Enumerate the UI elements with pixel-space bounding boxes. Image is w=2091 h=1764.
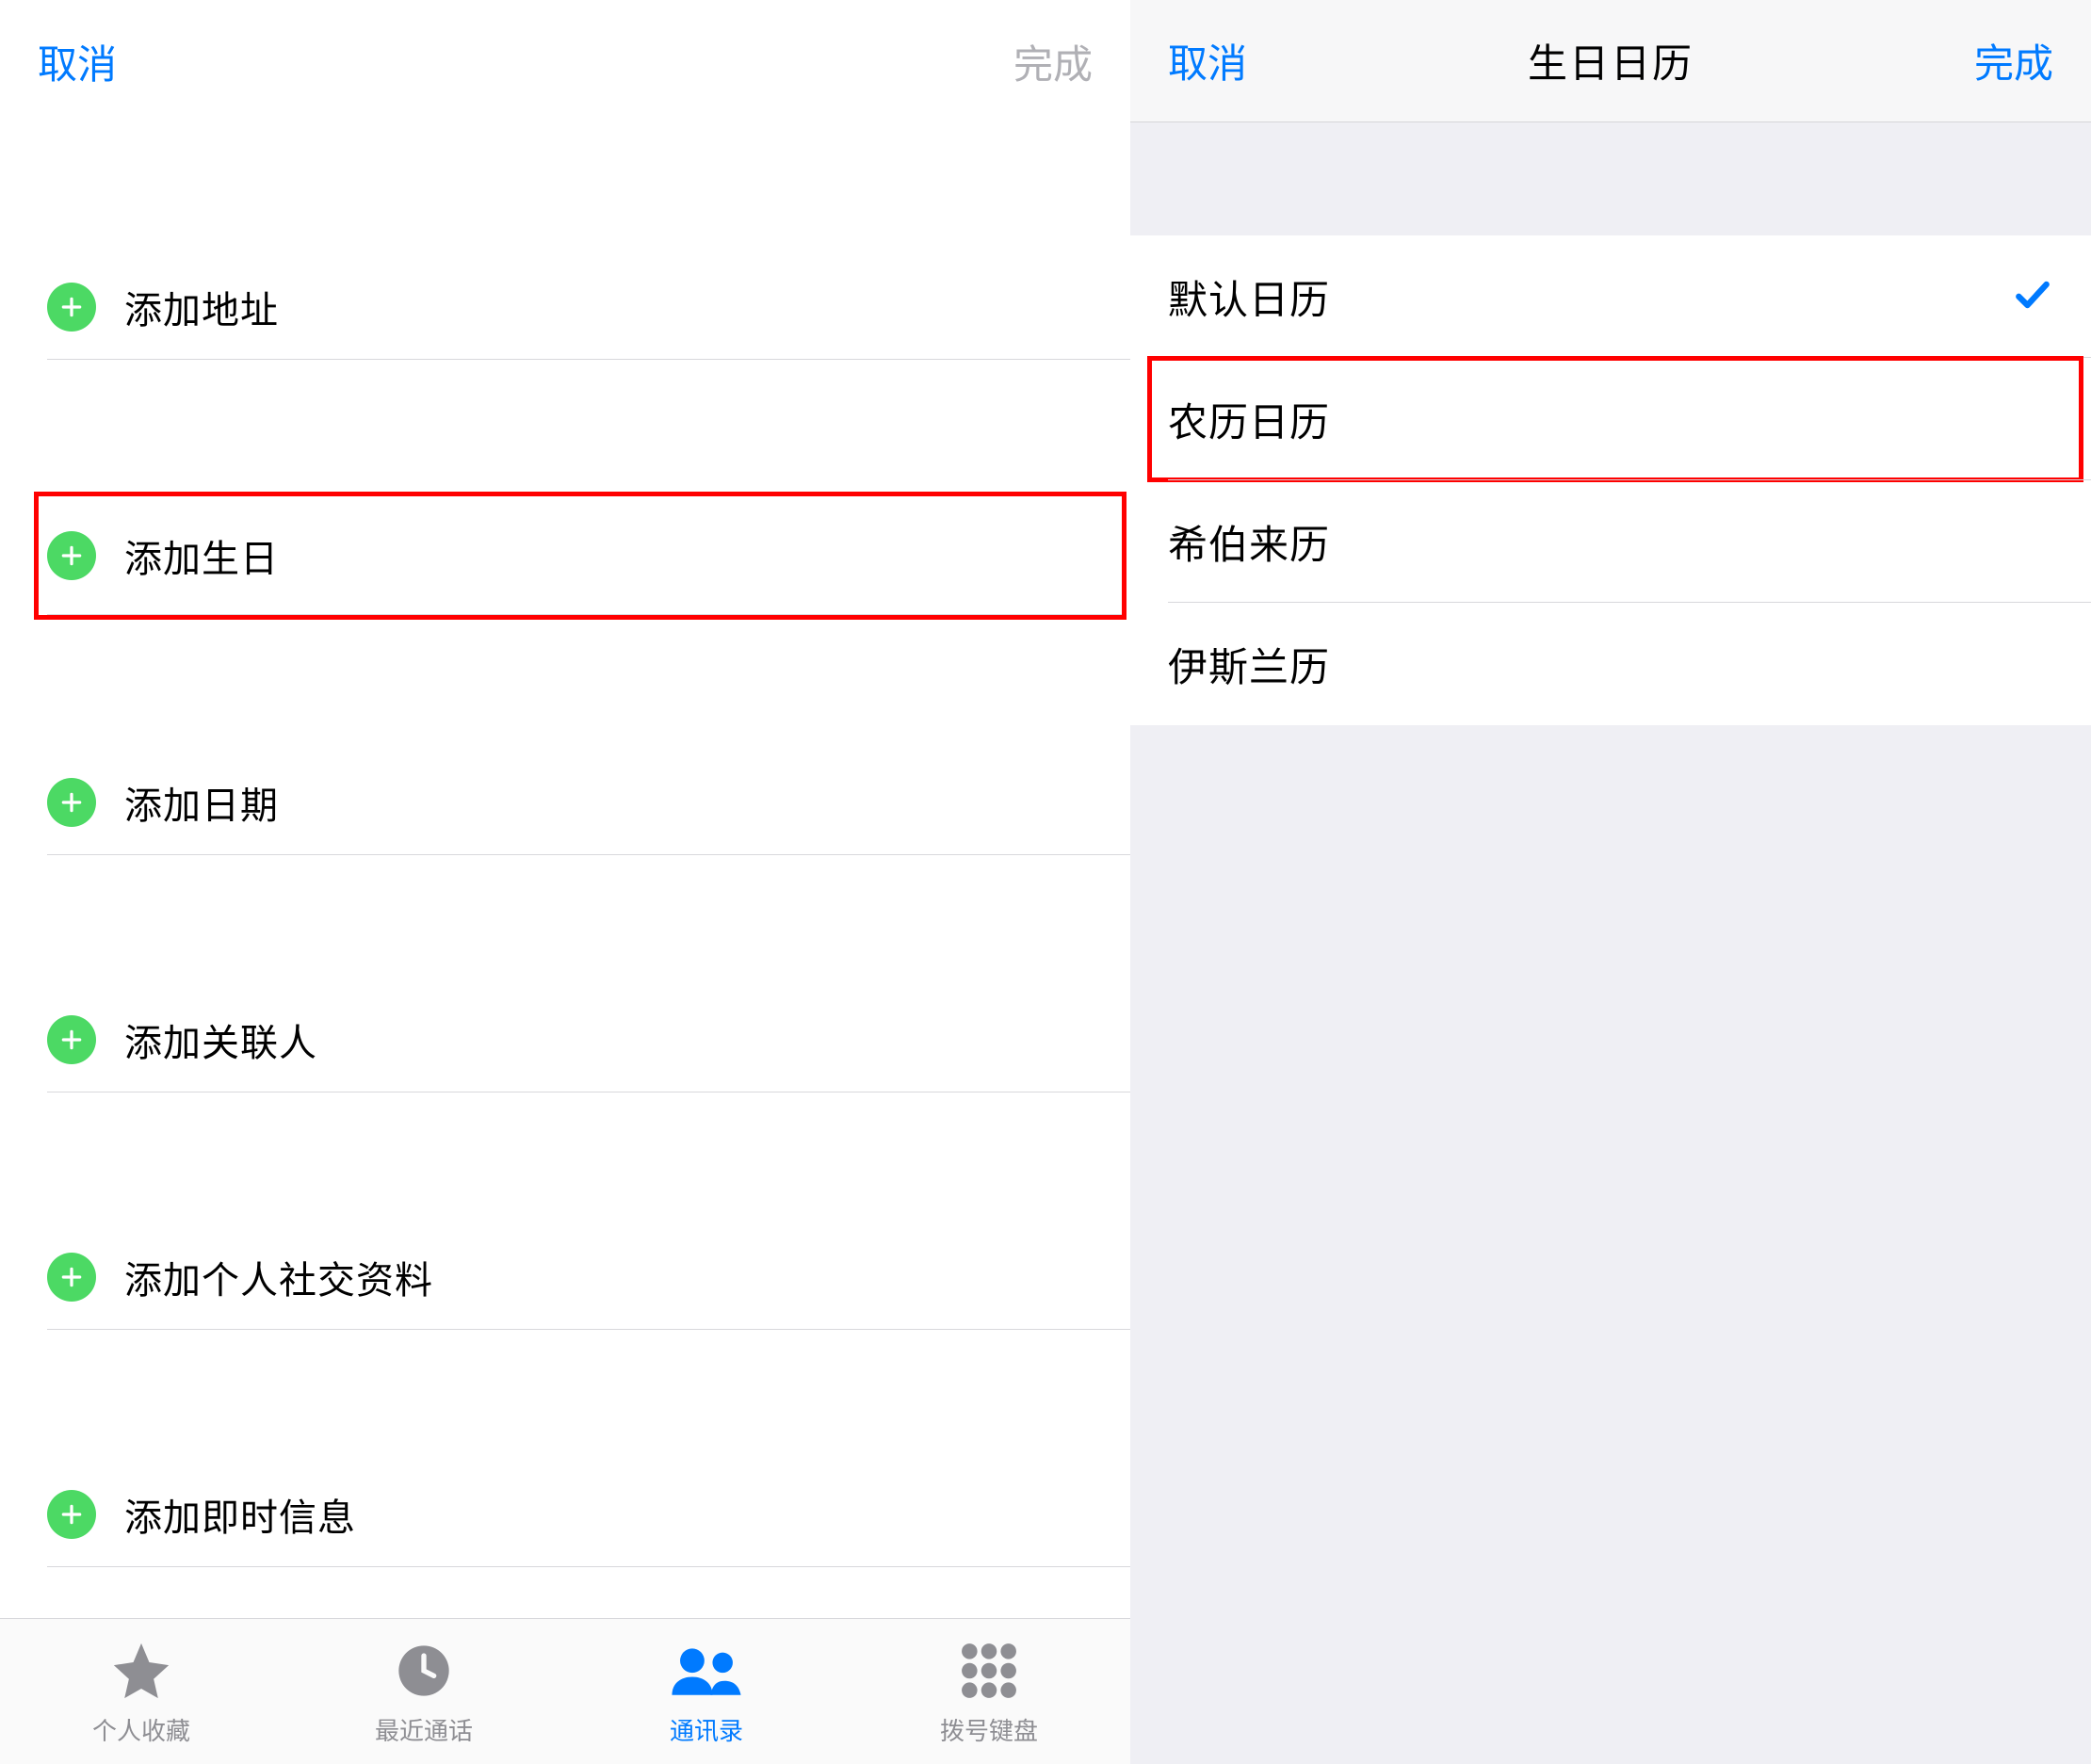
field-group-social: 添加个人社交资料 — [0, 1224, 1130, 1330]
plus-icon — [47, 778, 96, 827]
field-group-date: 添加日期 — [0, 750, 1130, 855]
keypad-icon — [960, 1637, 1018, 1705]
add-birthday-row[interactable]: 添加生日 — [39, 496, 1122, 615]
field-label: 添加地址 — [124, 280, 279, 334]
add-related-row[interactable]: 添加关联人 — [0, 987, 1130, 1092]
navbar: 取消 生日日历 完成 — [1130, 0, 2091, 122]
field-group-birthday: 添加生日 — [34, 492, 1127, 620]
tab-label: 拨号键盘 — [940, 1712, 1038, 1747]
done-button[interactable]: 完成 — [1974, 32, 2053, 89]
calendar-row-islamic[interactable]: 伊斯兰历 — [1130, 603, 2091, 725]
field-label: 添加即时信息 — [124, 1487, 356, 1542]
calendar-label: 希伯来历 — [1168, 513, 1330, 571]
calendar-label: 农历日历 — [1168, 391, 1330, 448]
add-im-row[interactable]: 添加即时信息 — [0, 1462, 1130, 1567]
plus-icon — [47, 283, 96, 332]
birthday-calendar-screen: 取消 生日日历 完成 默认日历 农历日历 希伯来历 伊斯兰历 — [1130, 0, 2091, 1764]
tab-favorites[interactable]: 个人收藏 — [0, 1619, 283, 1764]
section-spacer — [1130, 122, 2091, 235]
tab-keypad[interactable]: 拨号键盘 — [848, 1619, 1130, 1764]
calendar-row-hebrew[interactable]: 希伯来历 — [1130, 480, 2091, 603]
calendar-row-lunar[interactable]: 农历日历 — [1130, 358, 2091, 480]
tab-bar: 个人收藏 最近通话 通讯录 — [0, 1618, 1130, 1764]
add-social-row[interactable]: 添加个人社交资料 — [0, 1224, 1130, 1330]
plus-icon — [47, 1015, 96, 1064]
field-group-instant-message: 添加即时信息 — [0, 1462, 1130, 1567]
field-label: 添加日期 — [124, 775, 279, 830]
star-icon — [108, 1637, 174, 1705]
field-label: 添加生日 — [124, 528, 279, 583]
contacts-icon — [666, 1637, 747, 1705]
plus-icon — [47, 1490, 96, 1539]
add-address-row[interactable]: 添加地址 — [0, 254, 1130, 360]
plus-icon — [47, 531, 96, 580]
cancel-button[interactable]: 取消 — [38, 33, 117, 90]
field-group-related: 添加关联人 — [0, 987, 1130, 1092]
field-label: 添加个人社交资料 — [124, 1250, 433, 1304]
field-group-address: 添加地址 — [0, 254, 1130, 360]
navbar: 取消 完成 — [0, 0, 1130, 122]
field-label: 添加关联人 — [124, 1012, 317, 1067]
tab-contacts[interactable]: 通讯录 — [565, 1619, 848, 1764]
tab-recents[interactable]: 最近通话 — [283, 1619, 565, 1764]
done-button[interactable]: 完成 — [1013, 33, 1093, 90]
page-title: 生日日历 — [1528, 32, 1694, 89]
calendar-list: 默认日历 农历日历 希伯来历 伊斯兰历 — [1130, 235, 2091, 725]
cancel-button[interactable]: 取消 — [1168, 32, 1247, 89]
add-date-row[interactable]: 添加日期 — [0, 750, 1130, 855]
tab-label: 个人收藏 — [92, 1712, 190, 1747]
calendar-row-default[interactable]: 默认日历 — [1130, 235, 2091, 358]
tab-label: 通讯录 — [670, 1712, 743, 1747]
clock-icon — [394, 1637, 454, 1705]
fields-scroll-area[interactable]: 添加地址 添加生日 添加日期 — [0, 122, 1130, 1618]
tab-label: 最近通话 — [375, 1712, 473, 1747]
calendar-label: 默认日历 — [1168, 268, 1330, 326]
check-icon — [2012, 274, 2053, 320]
calendar-label: 伊斯兰历 — [1168, 636, 1330, 693]
contact-edit-screen: 取消 完成 添加地址 添加生日 — [0, 0, 1130, 1764]
plus-icon — [47, 1253, 96, 1302]
